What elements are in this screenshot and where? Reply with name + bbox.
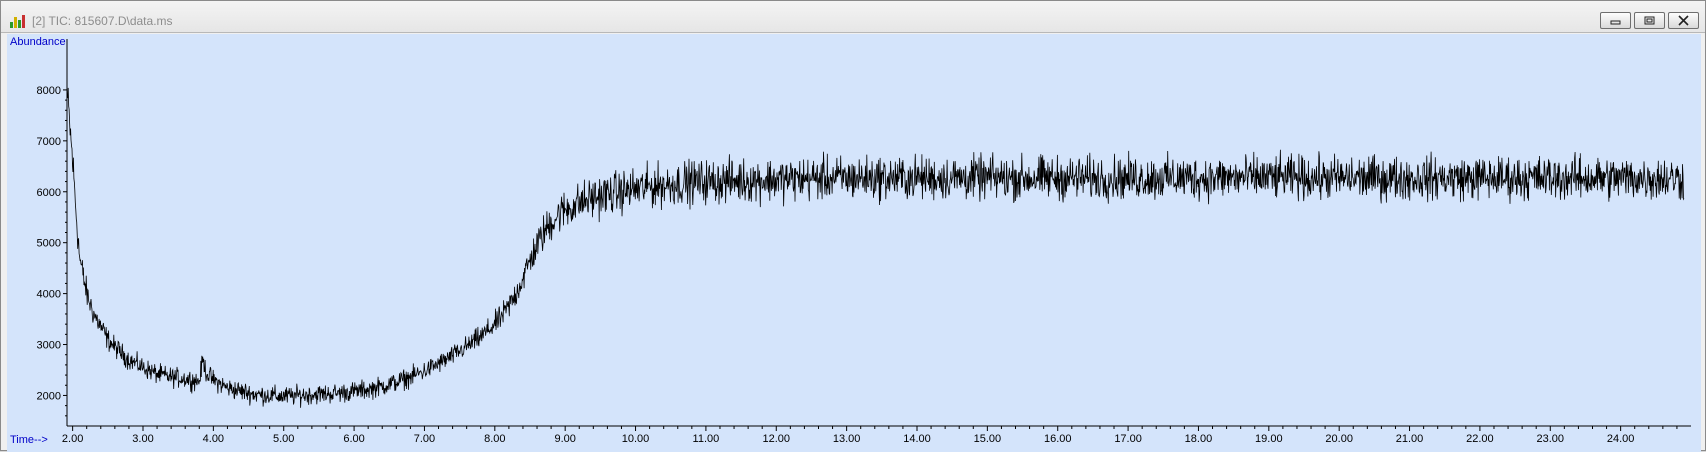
x-tick-label: 22.00 — [1466, 433, 1494, 445]
x-tick-label: 14.00 — [903, 433, 931, 445]
x-tick-label: 4.00 — [203, 433, 224, 445]
x-tick-label: 5.00 — [273, 433, 294, 445]
x-tick-label: 8.00 — [484, 433, 505, 445]
tic-trace-line — [67, 87, 1685, 408]
x-tick-label: 18.00 — [1185, 433, 1213, 445]
x-tick-label: 17.00 — [1114, 433, 1142, 445]
x-tick-label: 6.00 — [343, 433, 364, 445]
x-tick-label: 2.00 — [62, 433, 83, 445]
x-tick-label: 20.00 — [1325, 433, 1353, 445]
y-tick-label: 2000 — [37, 390, 61, 402]
chromatogram-window: [2] TIC: 815607.D\data.ms 2000 3000 4000 50… — [0, 0, 1706, 452]
x-tick-label: 13.00 — [833, 433, 861, 445]
y-tick-label: 6000 — [37, 187, 61, 199]
x-tick-label: 10.00 — [622, 433, 650, 445]
y-tick-label: 8000 — [37, 85, 61, 97]
x-tick-label: 3.00 — [132, 433, 153, 445]
x-tick-label: 16.00 — [1044, 433, 1072, 445]
y-tick-label: 4000 — [37, 289, 61, 301]
x-axis-label: Time--> — [10, 434, 48, 446]
x-tick-label: 9.00 — [554, 433, 575, 445]
x-tick-label: 11.00 — [693, 433, 720, 445]
x-tick-label: 23.00 — [1537, 433, 1565, 445]
chromatogram-chart: 2000 3000 4000 5000 6000 7000 8000 2.00 3.00 4.00… — [37, 39, 1691, 445]
y-tick-label: 3000 — [37, 340, 61, 352]
x-tick-label: 12.00 — [763, 433, 791, 445]
x-tick-label: 15.00 — [974, 433, 1002, 445]
x-tick-label: 24.00 — [1607, 433, 1635, 445]
x-tick-label: 19.00 — [1255, 433, 1283, 445]
y-tick-label: 7000 — [37, 136, 61, 148]
y-axis-label: Abundance — [10, 36, 66, 48]
y-tick-label: 5000 — [37, 238, 61, 250]
x-tick-label: 21.00 — [1396, 433, 1424, 445]
x-tick-label: 7.00 — [414, 433, 435, 445]
